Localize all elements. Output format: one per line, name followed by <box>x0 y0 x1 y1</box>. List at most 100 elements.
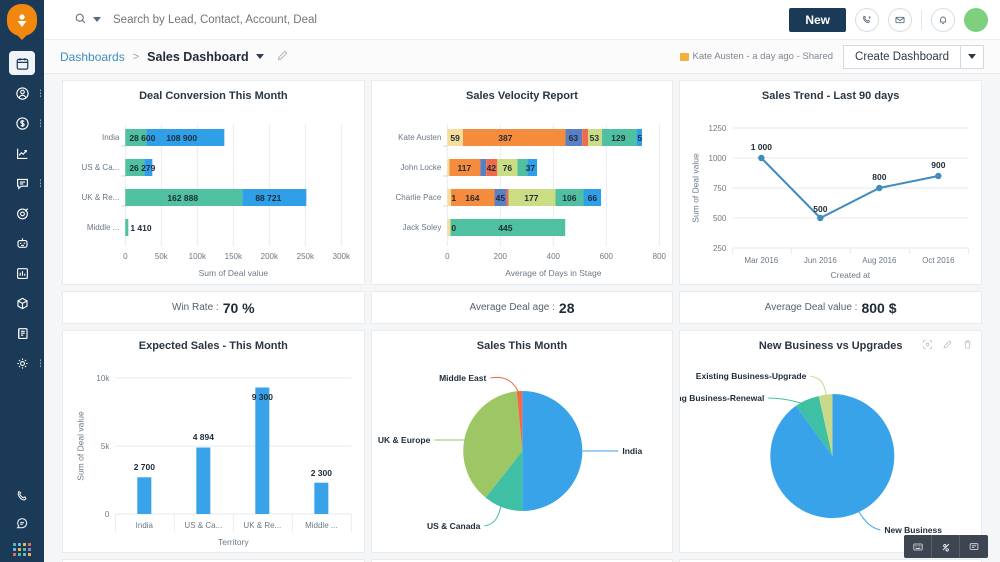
sidebar-item-targets[interactable] <box>0 198 44 228</box>
card-action-icons <box>922 339 973 353</box>
svg-text:177: 177 <box>524 193 538 203</box>
fullscreen-icon[interactable] <box>922 339 933 353</box>
sidebar-item-reports[interactable] <box>0 258 44 288</box>
sidebar-item-menu-dots[interactable] <box>39 359 41 367</box>
keyboard-icon[interactable] <box>904 535 932 558</box>
create-dashboard-button[interactable]: Create Dashboard <box>843 44 961 69</box>
svg-text:150k: 150k <box>225 252 243 261</box>
kpi-label: Win Rate : <box>172 302 219 313</box>
pencil-icon[interactable] <box>276 49 289 65</box>
sales-velocity-svg: 59 387 63 53 129 5 117 42 76 37 1 164 45… <box>395 124 666 278</box>
expected-sales-svg: 10k 5k 0 Sum of Deal value 2 700 4 894 9 <box>75 374 352 547</box>
svg-text:42: 42 <box>486 163 496 173</box>
dashboard-grid-row-2: Expected Sales - This Month 10k 5k 0 Sum… <box>62 330 982 553</box>
mail-icon[interactable] <box>888 7 912 32</box>
svg-text:66: 66 <box>587 193 597 203</box>
svg-text:0: 0 <box>445 252 450 261</box>
activity-icon[interactable] <box>932 535 960 558</box>
breadcrumb-dashboards[interactable]: Dashboards <box>60 50 125 64</box>
trash-icon[interactable] <box>962 339 973 353</box>
svg-text:UK & Re...: UK & Re... <box>243 521 281 530</box>
global-search[interactable] <box>74 12 789 28</box>
svg-text:Territory: Territory <box>218 537 249 547</box>
svg-text:26 279: 26 279 <box>129 163 155 173</box>
floating-toolbar <box>904 535 988 558</box>
svg-text:4 894: 4 894 <box>193 432 215 442</box>
svg-text:1 000: 1 000 <box>751 142 773 152</box>
top-bar: New <box>44 0 1000 40</box>
card-expected-sales[interactable]: Expected Sales - This Month 10k 5k 0 Sum… <box>62 330 365 553</box>
svg-text:200: 200 <box>493 252 507 261</box>
sidebar-item-menu-dots[interactable] <box>39 89 41 97</box>
documents-icon <box>9 321 35 345</box>
card-sales-this-month[interactable]: Sales This Month Middle East UK & Europe… <box>370 330 674 553</box>
toolbar-divider <box>921 9 922 30</box>
sidebar-item-deals[interactable] <box>0 108 44 138</box>
svg-text:Jun 2016: Jun 2016 <box>804 256 837 265</box>
svg-text:Average of Days in Stage: Average of Days in Stage <box>505 268 602 278</box>
message-icon[interactable] <box>15 516 30 534</box>
create-dashboard-caret-icon[interactable] <box>961 44 984 69</box>
phone-icon[interactable] <box>15 489 30 507</box>
search-input[interactable] <box>113 13 443 26</box>
card-new-business-vs-upgrades[interactable]: New Business vs Upgrades Existing Busine… <box>654 330 982 553</box>
kpi-value: 70 % <box>222 299 255 316</box>
kpi-row-1: Win Rate : 70 % Average Deal age : 28 Av… <box>62 291 982 324</box>
dashboard-grid-row-1: Deal Conversion This Month 28 600 108 90… <box>62 80 982 285</box>
top-actions: New <box>789 7 988 32</box>
svg-text:500: 500 <box>814 204 828 214</box>
svg-text:Sum of Deal value: Sum of Deal value <box>691 153 701 223</box>
new-button[interactable]: New <box>789 7 846 32</box>
app-logo[interactable] <box>7 4 37 36</box>
svg-text:Sum of Deal value: Sum of Deal value <box>75 411 85 481</box>
svg-text:250k: 250k <box>297 252 315 261</box>
call-icon[interactable] <box>855 7 879 32</box>
card-sales-trend[interactable]: Sales Trend - Last 90 days 1250 1000 750… <box>679 80 982 285</box>
chart-sales-velocity: 59 387 63 53 129 5 117 42 76 37 1 164 45… <box>372 106 673 284</box>
search-icon[interactable] <box>74 12 87 28</box>
left-sidebar <box>0 0 44 562</box>
sidebar-item-menu-dots[interactable] <box>39 119 41 127</box>
app-root: New <box>0 0 1000 562</box>
target-icon <box>9 201 35 225</box>
bot-icon <box>9 231 35 255</box>
sidebar-item-setup[interactable] <box>0 348 44 378</box>
sidebar-item-contacts[interactable] <box>0 78 44 108</box>
svg-text:5: 5 <box>637 133 642 143</box>
sidebar-item-calendar[interactable] <box>0 48 44 78</box>
sidebar-item-feeds[interactable] <box>0 168 44 198</box>
sidebar-item-analytics[interactable] <box>0 138 44 168</box>
svg-text:10k: 10k <box>96 374 110 383</box>
deal-conversion-svg: 28 600 108 900 26 279 162 888 88 721 1 4… <box>82 124 351 278</box>
svg-text:Created at: Created at <box>831 270 871 280</box>
svg-text:1 410: 1 410 <box>130 223 152 233</box>
svg-text:900: 900 <box>932 160 946 170</box>
chat-bubble-icon[interactable] <box>960 535 988 558</box>
card-deal-conversion[interactable]: Deal Conversion This Month 28 600 108 90… <box>62 80 365 285</box>
settings-icon <box>9 351 35 375</box>
kpi-win-rate: Win Rate : 70 % <box>62 291 365 324</box>
kpi-label: Average Deal value : <box>764 302 858 313</box>
svg-text:1000: 1000 <box>709 154 727 163</box>
sidebar-item-documents[interactable] <box>0 318 44 348</box>
dashboard-board: Deal Conversion This Month 28 600 108 90… <box>44 74 1000 562</box>
svg-text:129: 129 <box>611 133 625 143</box>
pencil-icon[interactable] <box>942 339 953 353</box>
svg-text:2 300: 2 300 <box>311 468 333 478</box>
kpi-value: 28 <box>558 299 575 316</box>
svg-text:800: 800 <box>873 172 887 182</box>
svg-text:0: 0 <box>123 252 128 261</box>
sidebar-item-menu-dots[interactable] <box>39 179 41 187</box>
sidebar-item-products[interactable] <box>0 288 44 318</box>
app-grid-icon[interactable] <box>13 543 31 556</box>
avatar[interactable] <box>964 7 988 32</box>
bell-icon[interactable] <box>931 7 955 32</box>
search-scope-caret-icon[interactable] <box>93 17 101 22</box>
sidebar-item-zia[interactable] <box>0 228 44 258</box>
chat-icon <box>9 171 35 195</box>
svg-text:India: India <box>102 133 120 142</box>
svg-text:UK & Europe: UK & Europe <box>378 435 431 445</box>
chart-sales-this-month: Middle East UK & Europe US & Canada Indi… <box>372 356 673 552</box>
card-sales-velocity[interactable]: Sales Velocity Report 59 387 63 53 129 5… <box>370 80 674 285</box>
chevron-down-icon[interactable] <box>255 54 264 59</box>
